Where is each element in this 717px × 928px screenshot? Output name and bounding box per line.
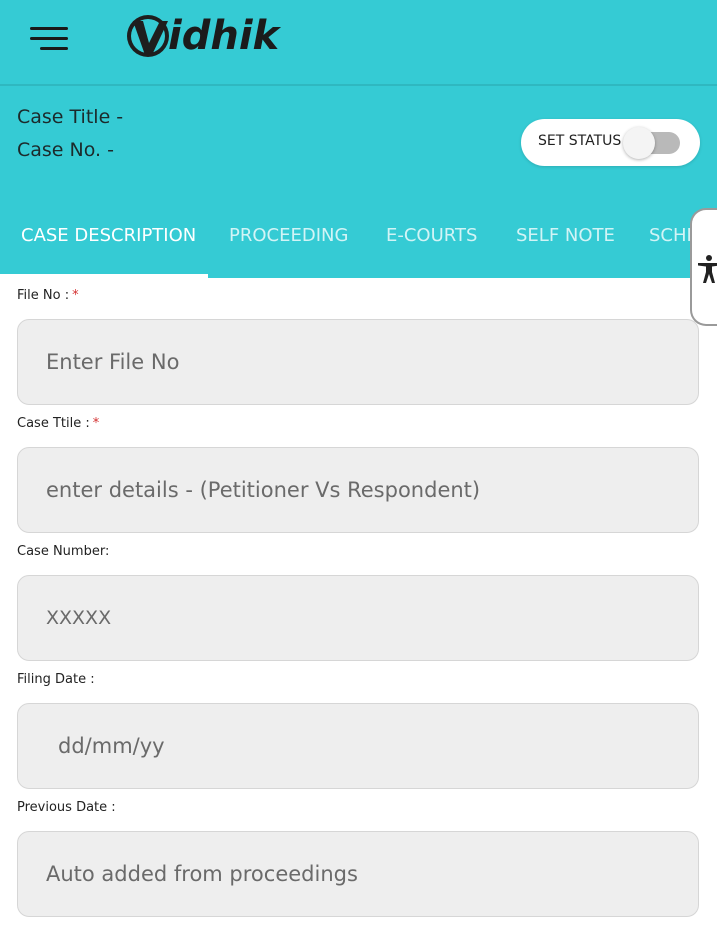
tab-bar: CASE DESCRIPTION PROCEEDING E-COURTS SEL…	[0, 212, 717, 278]
app-bar: idhik	[0, 0, 717, 84]
file-no-label: File No : *	[17, 288, 79, 303]
accessibility-icon	[698, 255, 717, 283]
case-number-label: Case No. -	[17, 139, 114, 161]
case-title-field[interactable]	[17, 447, 699, 533]
filing-date-field[interactable]	[17, 703, 699, 789]
file-no-input[interactable]	[18, 320, 698, 404]
required-mark: *	[92, 416, 100, 431]
case-number-field-label: Case Number:	[17, 544, 110, 559]
previous-date-label: Previous Date :	[17, 800, 116, 815]
case-title-label: Case Title -	[17, 106, 124, 128]
accessibility-button[interactable]	[690, 208, 717, 326]
filing-date-input[interactable]	[18, 704, 698, 788]
previous-date-input[interactable]	[18, 832, 698, 916]
tab-case-description[interactable]: CASE DESCRIPTION	[21, 225, 196, 246]
tab-e-courts[interactable]: E-COURTS	[386, 225, 477, 246]
case-number-input[interactable]	[18, 576, 698, 660]
case-title-field-label: Case Ttile : *	[17, 416, 100, 431]
case-title-input[interactable]	[18, 448, 698, 532]
active-tab-indicator	[0, 274, 208, 278]
logo-mark	[124, 11, 174, 61]
tab-proceeding[interactable]: PROCEEDING	[229, 225, 348, 246]
case-number-field[interactable]	[17, 575, 699, 661]
toggle-knob[interactable]	[623, 127, 655, 159]
filing-date-label: Filing Date :	[17, 672, 95, 687]
previous-date-field[interactable]	[17, 831, 699, 917]
menu-icon[interactable]	[30, 25, 70, 53]
set-status-toggle[interactable]: SET STATUS	[521, 119, 700, 166]
set-status-label: SET STATUS	[538, 133, 622, 149]
app-logo: idhik	[124, 10, 279, 62]
file-no-field[interactable]	[17, 319, 699, 405]
logo-text: idhik	[168, 13, 280, 59]
required-mark: *	[72, 288, 79, 303]
tab-self-note[interactable]: SELF NOTE	[516, 225, 615, 246]
